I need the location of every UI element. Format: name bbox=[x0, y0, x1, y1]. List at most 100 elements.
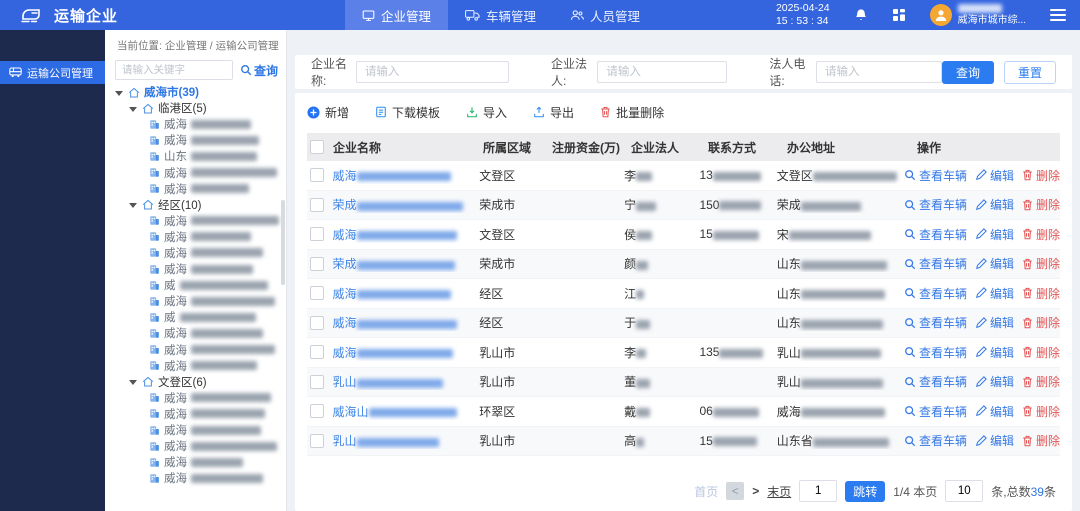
edit-button[interactable]: 编辑 bbox=[975, 344, 1014, 361]
enterprise-name-link[interactable]: 乳山 bbox=[333, 434, 357, 448]
tree-node-company[interactable]: 威海 bbox=[105, 213, 286, 229]
tree-node-company[interactable]: 威 bbox=[105, 277, 286, 293]
caret-down-icon[interactable] bbox=[129, 203, 137, 208]
delete-button[interactable]: 删除 bbox=[1022, 432, 1060, 449]
delete-button[interactable]: 删除 bbox=[1022, 373, 1060, 390]
reset-button[interactable]: 重置 bbox=[1004, 61, 1056, 84]
row-checkbox[interactable] bbox=[310, 227, 324, 241]
tree-node-company[interactable]: 威海 bbox=[105, 245, 286, 261]
download-template-button[interactable]: 下载模板 bbox=[375, 104, 440, 121]
view-vehicles-button[interactable]: 查看车辆 bbox=[904, 373, 967, 390]
enterprise-name-link[interactable]: 威海 bbox=[333, 316, 357, 330]
tree-node-company[interactable]: 威海 bbox=[105, 390, 286, 406]
delete-button[interactable]: 删除 bbox=[1022, 285, 1060, 302]
tab-enterprise[interactable]: 企业管理 bbox=[345, 0, 448, 30]
enterprise-name-link[interactable]: 威海 bbox=[333, 287, 357, 301]
tree-scrollbar[interactable] bbox=[281, 200, 285, 285]
batch-delete-button[interactable]: 批量删除 bbox=[600, 104, 664, 121]
edit-button[interactable]: 编辑 bbox=[975, 432, 1014, 449]
delete-button[interactable]: 删除 bbox=[1022, 314, 1060, 331]
tab-personnel[interactable]: 人员管理 bbox=[553, 0, 657, 30]
enterprise-name-link[interactable]: 威海山 bbox=[333, 405, 369, 419]
view-vehicles-button[interactable]: 查看车辆 bbox=[904, 196, 967, 213]
row-checkbox[interactable] bbox=[310, 168, 324, 182]
enterprise-name-link[interactable]: 乳山 bbox=[333, 375, 357, 389]
tree-node-company[interactable]: 威海 bbox=[105, 342, 286, 358]
export-button[interactable]: 导出 bbox=[533, 104, 574, 121]
view-vehicles-button[interactable]: 查看车辆 bbox=[904, 314, 967, 331]
next-page-button[interactable]: > bbox=[752, 484, 759, 498]
view-vehicles-button[interactable]: 查看车辆 bbox=[904, 285, 967, 302]
enterprise-name-link[interactable]: 威海 bbox=[333, 228, 357, 242]
tree-node-company[interactable]: 威海 bbox=[105, 406, 286, 422]
tree-node-company[interactable]: 威海 bbox=[105, 470, 286, 486]
view-vehicles-button[interactable]: 查看车辆 bbox=[904, 344, 967, 361]
caret-down-icon[interactable] bbox=[129, 107, 137, 112]
edit-button[interactable]: 编辑 bbox=[975, 167, 1014, 184]
enterprise-name-link[interactable]: 荣成 bbox=[333, 257, 357, 271]
delete-button[interactable]: 删除 bbox=[1022, 226, 1060, 243]
tree-node-company[interactable]: 山东 bbox=[105, 148, 286, 164]
tree-node[interactable]: 南海新区(0) bbox=[105, 486, 286, 487]
tree-node-company[interactable]: 威海 bbox=[105, 422, 286, 438]
tree-node[interactable]: 威海市(39) bbox=[105, 84, 286, 100]
row-checkbox[interactable] bbox=[310, 345, 324, 359]
row-checkbox[interactable] bbox=[310, 286, 324, 300]
first-page-link[interactable]: 首页 bbox=[694, 483, 718, 500]
tree-node-company[interactable]: 威海 bbox=[105, 358, 286, 374]
add-button[interactable]: 新增 bbox=[307, 104, 349, 121]
prev-page-button[interactable]: < bbox=[726, 482, 744, 500]
tree-node-company[interactable]: 威海 bbox=[105, 261, 286, 277]
enterprise-name-link[interactable]: 威海 bbox=[333, 169, 357, 183]
view-vehicles-button[interactable]: 查看车辆 bbox=[904, 432, 967, 449]
page-number-input[interactable] bbox=[799, 480, 837, 502]
legal-phone-input[interactable] bbox=[816, 61, 942, 83]
apps-grid-icon[interactable] bbox=[892, 8, 906, 22]
delete-button[interactable]: 删除 bbox=[1022, 196, 1060, 213]
tree-node-company[interactable]: 威海 bbox=[105, 116, 286, 132]
select-all-checkbox[interactable] bbox=[310, 140, 324, 154]
tree-node-company[interactable]: 威 bbox=[105, 309, 286, 325]
edit-button[interactable]: 编辑 bbox=[975, 373, 1014, 390]
keyword-search-input[interactable] bbox=[115, 60, 233, 80]
tree-node-company[interactable]: 威海 bbox=[105, 293, 286, 309]
delete-button[interactable]: 删除 bbox=[1022, 344, 1060, 361]
legal-person-input[interactable] bbox=[597, 61, 727, 83]
edit-button[interactable]: 编辑 bbox=[975, 314, 1014, 331]
tree-node-company[interactable]: 威海 bbox=[105, 229, 286, 245]
caret-down-icon[interactable] bbox=[115, 91, 123, 96]
caret-down-icon[interactable] bbox=[129, 380, 137, 385]
row-checkbox[interactable] bbox=[310, 375, 324, 389]
hamburger-menu-icon[interactable] bbox=[1050, 9, 1066, 21]
tree-node[interactable]: 文登区(6) bbox=[105, 374, 286, 390]
search-button[interactable]: 查询 bbox=[942, 61, 994, 84]
edit-button[interactable]: 编辑 bbox=[975, 255, 1014, 272]
bell-icon[interactable] bbox=[854, 8, 868, 22]
tree-node-company[interactable]: 威海 bbox=[105, 164, 286, 180]
row-checkbox[interactable] bbox=[310, 257, 324, 271]
row-checkbox[interactable] bbox=[310, 198, 324, 212]
view-vehicles-button[interactable]: 查看车辆 bbox=[904, 403, 967, 420]
tab-vehicle[interactable]: 车辆管理 bbox=[448, 0, 553, 30]
tree-node-company[interactable]: 威海 bbox=[105, 132, 286, 148]
tree-search-button[interactable]: 查询 bbox=[240, 62, 278, 79]
tree-node[interactable]: 临港区(5) bbox=[105, 100, 286, 116]
import-button[interactable]: 导入 bbox=[466, 104, 507, 121]
edit-button[interactable]: 编辑 bbox=[975, 285, 1014, 302]
delete-button[interactable]: 删除 bbox=[1022, 403, 1060, 420]
delete-button[interactable]: 删除 bbox=[1022, 255, 1060, 272]
view-vehicles-button[interactable]: 查看车辆 bbox=[904, 255, 967, 272]
edit-button[interactable]: 编辑 bbox=[975, 196, 1014, 213]
page-size-input[interactable] bbox=[945, 480, 983, 502]
row-checkbox[interactable] bbox=[310, 404, 324, 418]
tree-node-company[interactable]: 威海 bbox=[105, 438, 286, 454]
edit-button[interactable]: 编辑 bbox=[975, 226, 1014, 243]
view-vehicles-button[interactable]: 查看车辆 bbox=[904, 167, 967, 184]
tree-node-company[interactable]: 威海 bbox=[105, 181, 286, 197]
tree-node-company[interactable]: 威海 bbox=[105, 325, 286, 341]
enterprise-name-link[interactable]: 荣成 bbox=[333, 198, 357, 212]
user-menu[interactable]: 威海市城市综... bbox=[930, 3, 1026, 27]
jump-button[interactable]: 跳转 bbox=[845, 481, 885, 502]
enterprise-name-input[interactable] bbox=[356, 61, 509, 83]
view-vehicles-button[interactable]: 查看车辆 bbox=[904, 226, 967, 243]
